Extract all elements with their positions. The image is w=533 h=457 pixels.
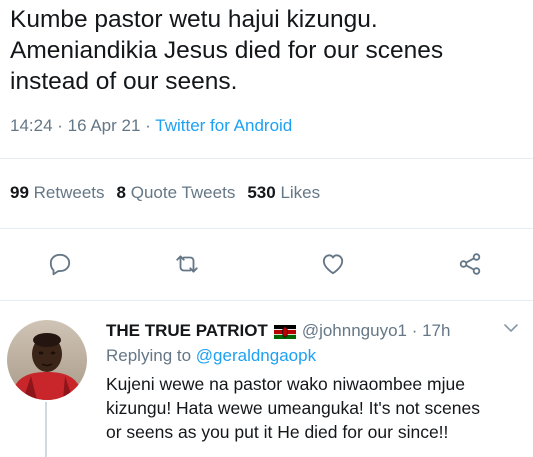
reply-tweet[interactable]: THE TRUE PATRIOT @johnnguyo1 · 17h Reply… <box>106 318 526 444</box>
replying-prefix: Replying to <box>106 346 192 365</box>
replying-mention-link[interactable]: @geraldngaopk <box>196 346 316 365</box>
heart-icon <box>322 254 344 275</box>
quote-tweets-label: Quote Tweets <box>130 183 236 202</box>
retweets-count: 99 <box>10 183 29 202</box>
chevron-down-icon[interactable] <box>501 318 521 343</box>
like-button[interactable] <box>317 248 349 280</box>
divider <box>0 158 533 159</box>
meta-separator: · <box>140 116 156 135</box>
tweet-actions-bar <box>0 248 533 284</box>
replying-to: Replying to @geraldngaopk <box>106 346 526 366</box>
thread-connector <box>45 402 47 457</box>
tweet-meta: 14:24 · 16 Apr 21 · Twitter for Android <box>10 116 292 136</box>
reply-icon <box>49 253 71 276</box>
likes-stat[interactable]: 530 Likes <box>247 183 320 202</box>
reply-display-name[interactable]: THE TRUE PATRIOT <box>106 321 268 341</box>
quote-tweets-count: 8 <box>116 183 126 202</box>
retweet-icon <box>176 255 198 273</box>
tweet-timestamp[interactable]: 14:24 · 16 Apr 21 <box>10 116 140 135</box>
avatar[interactable] <box>7 320 87 400</box>
reply-button[interactable] <box>44 248 76 280</box>
likes-count: 530 <box>247 183 276 202</box>
tweet-text: Kumbe pastor wetu hajui kizungu. Amenian… <box>10 6 444 95</box>
profile-photo <box>7 320 87 400</box>
reply-handle-time[interactable]: @johnnguyo1 · 17h <box>302 321 451 341</box>
tweet-stats: 99 Retweets 8 Quote Tweets 530 Likes <box>10 183 320 203</box>
reply-header: THE TRUE PATRIOT @johnnguyo1 · 17h <box>106 318 526 344</box>
divider <box>0 300 533 301</box>
share-icon <box>459 253 481 275</box>
divider <box>0 228 533 229</box>
reply-text: Kujeni wewe na pastor wako niwaombee mju… <box>106 374 480 442</box>
quote-tweets-stat[interactable]: 8 Quote Tweets <box>117 183 236 202</box>
retweet-button[interactable] <box>171 248 203 280</box>
share-button[interactable] <box>454 248 486 280</box>
retweets-stat[interactable]: 99 Retweets <box>10 183 105 202</box>
likes-label: Likes <box>280 183 321 202</box>
retweets-label: Retweets <box>33 183 105 202</box>
kenya-flag-icon <box>273 324 296 339</box>
tweet-source-link[interactable]: Twitter for Android <box>155 116 292 135</box>
